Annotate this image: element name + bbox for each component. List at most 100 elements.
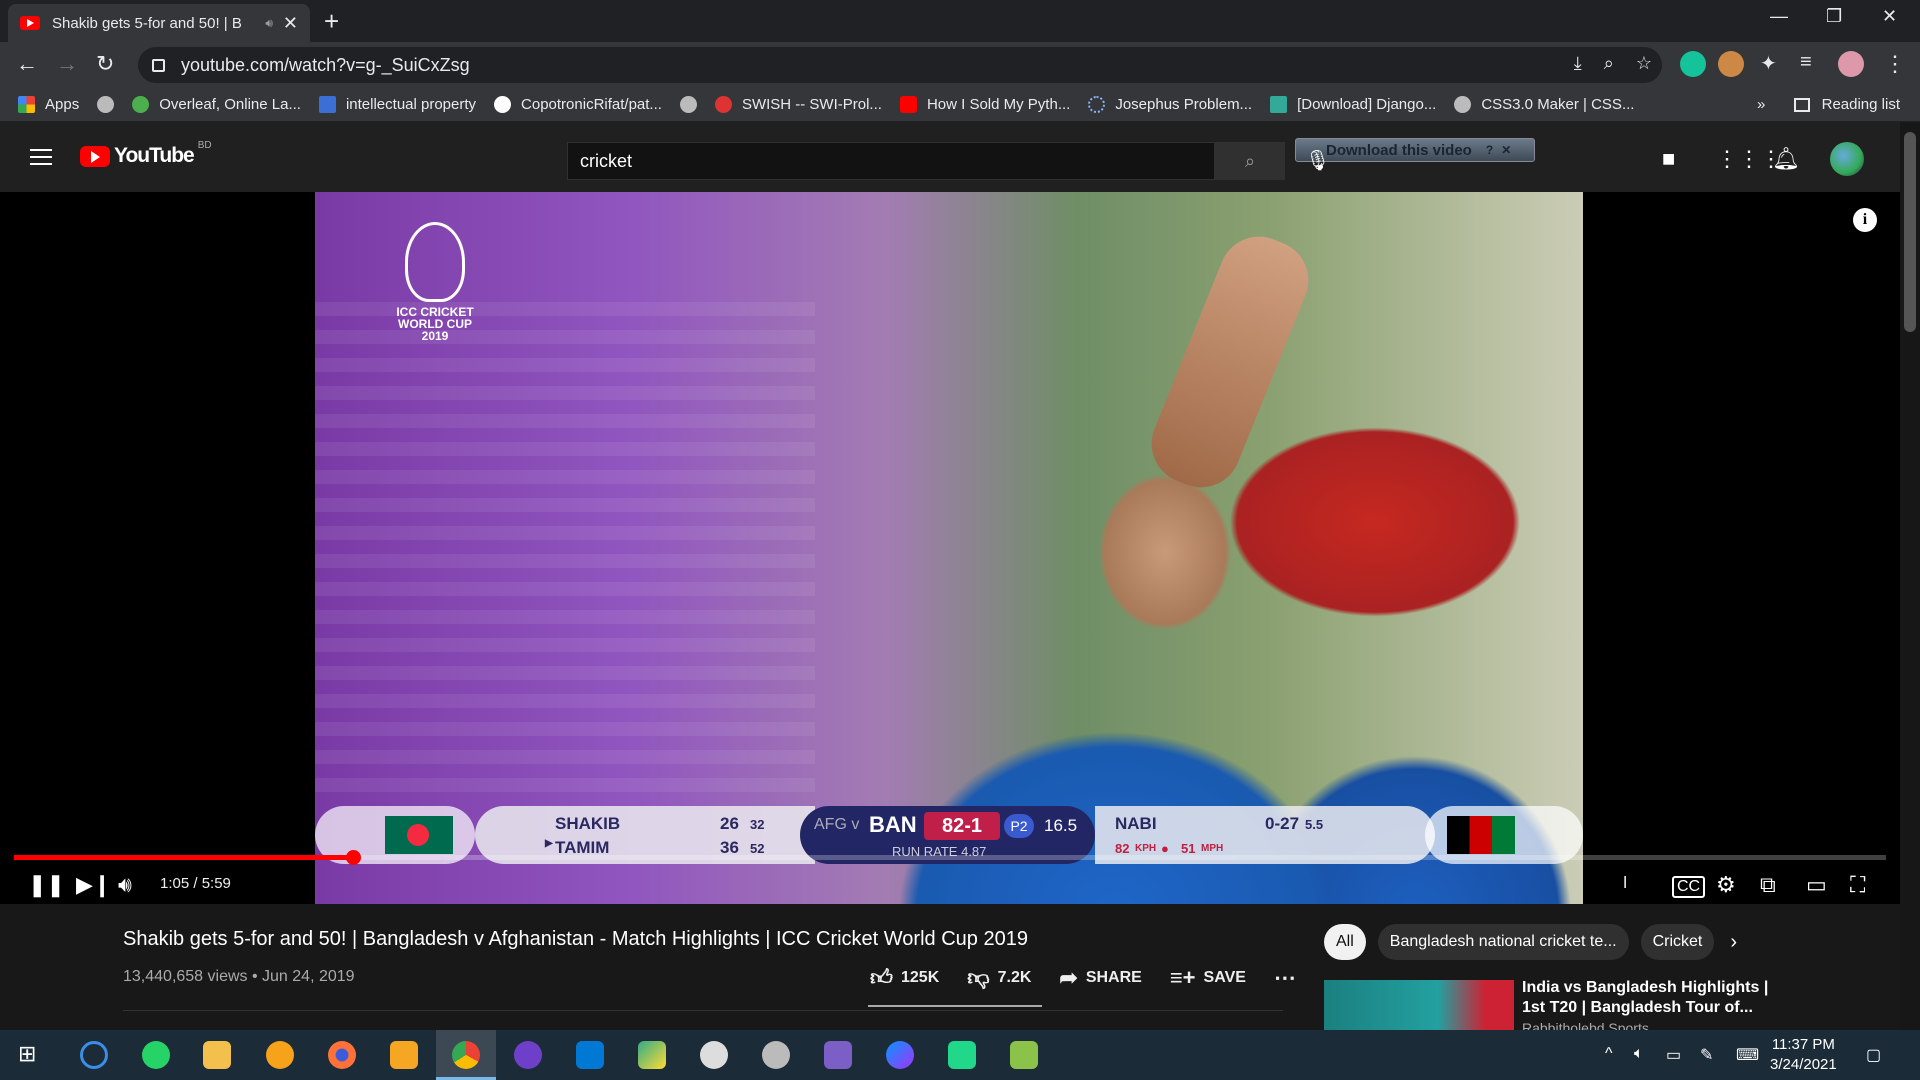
download-video-button[interactable]: Download this video? ✕ xyxy=(1295,138,1535,162)
bookmark-swish[interactable]: SWISH -- SWI-Prol... xyxy=(714,96,882,113)
captions-icon[interactable]: CC xyxy=(1672,876,1706,898)
system-clock[interactable]: 11:37 PM 3/24/2021 xyxy=(1770,1035,1837,1075)
grammarly-extension-icon[interactable] xyxy=(1680,51,1706,77)
notifications-bell-icon[interactable]: 🔔︎ xyxy=(1772,146,1800,172)
microphone-icon[interactable]: 🎙︎ xyxy=(1305,148,1330,173)
app-icon[interactable] xyxy=(1010,1041,1038,1069)
recommendation-title[interactable]: India vs Bangladesh Highlights | 1st T20… xyxy=(1522,978,1772,1018)
keyboard-icon[interactable]: ⌨︎ xyxy=(1736,1045,1759,1065)
app-icon[interactable] xyxy=(762,1041,790,1069)
account-avatar[interactable] xyxy=(1830,142,1864,176)
chevron-right-icon[interactable]: › xyxy=(1730,924,1737,960)
app-icon[interactable] xyxy=(266,1041,294,1069)
github-desktop-icon[interactable] xyxy=(514,1041,542,1069)
scrollbar-thumb[interactable] xyxy=(1904,132,1916,332)
app-icon[interactable] xyxy=(638,1041,666,1069)
tab-audio-icon[interactable]: 🔊︎ xyxy=(265,16,273,31)
show-hidden-icons-icon[interactable]: ^ xyxy=(1605,1045,1613,1063)
pen-icon[interactable]: ✎ xyxy=(1700,1045,1713,1065)
scrubber-handle[interactable] xyxy=(345,850,361,865)
browser-tab[interactable]: Shakib gets 5-for and 50! | B 🔊︎ ✕ xyxy=(8,4,310,42)
bookmark-globe[interactable] xyxy=(97,96,115,113)
save-button[interactable]: ≡+ SAVE xyxy=(1170,964,1246,991)
bookmark-css3[interactable]: CSS3.0 Maker | CSS... xyxy=(1454,96,1634,113)
cortana-icon[interactable] xyxy=(80,1041,108,1069)
notifications-icon[interactable]: ▢ xyxy=(1866,1045,1881,1065)
bookmark-django[interactable]: [Download] Django... xyxy=(1270,96,1436,113)
network-icon[interactable]: ▭ xyxy=(1666,1045,1681,1065)
bookmark-josephus[interactable]: Josephus Problem... xyxy=(1088,96,1252,113)
bookmark-intellectual-property[interactable]: intellectual property xyxy=(318,96,476,113)
vscode-icon[interactable] xyxy=(576,1041,604,1069)
video-frame[interactable]: ICC CRICKET WORLD CUP 2019 xyxy=(315,192,1583,904)
visual-studio-icon[interactable] xyxy=(824,1041,852,1069)
close-icon[interactable]: ✕ xyxy=(1501,143,1511,157)
volume-icon[interactable]: 🔊︎ xyxy=(118,872,132,898)
info-icon[interactable]: i xyxy=(1853,208,1877,232)
kph-unit: KPH xyxy=(1135,843,1157,854)
minimize-icon[interactable]: — xyxy=(1770,6,1788,27)
speaker-icon[interactable]: 🔈︎ xyxy=(1634,1045,1644,1063)
chrome-menu-icon[interactable]: ⋮ xyxy=(1884,51,1906,77)
app-icon[interactable] xyxy=(700,1041,728,1069)
address-bar[interactable]: youtube.com/watch?v=g-_SuiCxZsg ⤓ ⌕ ☆ xyxy=(138,47,1662,83)
powerplay-badge: P2 xyxy=(1004,814,1034,838)
bookmark-youtube[interactable]: How I Sold My Pyth... xyxy=(899,96,1070,113)
next-icon[interactable]: ▶❙ xyxy=(76,872,111,898)
restore-icon[interactable]: ❐ xyxy=(1826,6,1842,27)
profile-avatar[interactable] xyxy=(1838,51,1864,77)
help-icon[interactable]: ? xyxy=(1486,143,1493,157)
chip-bangladesh-cricket[interactable]: Bangladesh national cricket te... xyxy=(1377,924,1629,960)
messenger-icon[interactable] xyxy=(886,1041,914,1069)
back-icon[interactable]: ← xyxy=(16,51,38,77)
create-video-icon[interactable]: ■ xyxy=(1662,146,1675,172)
page-scrollbar[interactable] xyxy=(1900,122,1920,1030)
bookmark-overleaf[interactable]: Overleaf, Online La... xyxy=(132,96,301,113)
bookmark-github[interactable]: CopotronicRifat/pat... xyxy=(494,96,662,113)
bookmarks-overflow-icon[interactable]: » xyxy=(1757,96,1765,113)
fullscreen-icon[interactable]: ⛶ xyxy=(1850,872,1865,898)
video-player[interactable]: ICC CRICKET WORLD CUP 2019 SHAKIB 26 32 … xyxy=(0,192,1900,904)
app-icon[interactable] xyxy=(390,1041,418,1069)
window-close-icon[interactable]: ✕ xyxy=(1882,6,1897,27)
dislike-button[interactable]: 👎︎ 7.2K xyxy=(967,964,1031,991)
overs: 16.5 xyxy=(1044,816,1078,835)
media-control-icon[interactable]: ≡ xyxy=(1800,51,1812,74)
recommendation-thumbnail[interactable] xyxy=(1324,980,1514,1030)
miniplayer-icon[interactable]: ⧉ xyxy=(1760,872,1776,898)
extensions-puzzle-icon[interactable]: ✦ xyxy=(1760,51,1777,76)
reading-list[interactable]: Reading list xyxy=(1793,96,1900,113)
more-actions-button[interactable]: ⋯ xyxy=(1274,964,1296,991)
chrome-icon[interactable] xyxy=(452,1041,480,1069)
search-input[interactable]: cricket xyxy=(567,142,1215,180)
extension-icon[interactable] xyxy=(1718,51,1744,77)
new-tab-icon[interactable]: + xyxy=(324,6,339,37)
progress-bar[interactable] xyxy=(14,850,1886,865)
share-button[interactable]: ➦ SHARE xyxy=(1059,964,1141,991)
like-button[interactable]: 👍︎ 125K xyxy=(870,964,939,991)
settings-gear-icon[interactable]: ⚙︎ xyxy=(1716,872,1736,898)
chip-all[interactable]: All xyxy=(1324,924,1366,960)
bookmark-star-icon[interactable]: ☆ xyxy=(1636,53,1652,74)
reload-icon[interactable]: ↻ xyxy=(96,51,114,77)
firefox-icon[interactable] xyxy=(328,1041,356,1069)
pycharm-icon[interactable] xyxy=(948,1041,976,1069)
chip-cricket[interactable]: Cricket xyxy=(1640,924,1715,960)
menu-icon[interactable] xyxy=(30,149,52,165)
whatsapp-icon[interactable] xyxy=(142,1041,170,1069)
globe-icon xyxy=(679,96,697,113)
bookmark-globe-2[interactable] xyxy=(679,96,697,113)
playlist-add-icon: ≡+ xyxy=(1169,964,1196,990)
pause-icon[interactable]: ❚❚ xyxy=(28,872,65,898)
forward-icon[interactable]: → xyxy=(56,51,78,77)
bookmark-apps[interactable]: Apps xyxy=(18,96,79,113)
search-button[interactable]: ⌕ xyxy=(1215,142,1285,180)
windows-start-icon[interactable]: ⊞ xyxy=(18,1041,36,1067)
autoplay-toggle-icon[interactable]: ⏽ xyxy=(1618,872,1632,893)
tab-close-icon[interactable]: ✕ xyxy=(283,13,298,34)
install-icon[interactable]: ⤓ xyxy=(1574,53,1582,74)
theater-mode-icon[interactable]: ▭ xyxy=(1806,872,1827,898)
youtube-logo[interactable]: YouTube BD xyxy=(80,140,212,168)
zoom-icon[interactable]: ⌕ xyxy=(1604,53,1614,74)
file-explorer-icon[interactable] xyxy=(203,1041,231,1069)
